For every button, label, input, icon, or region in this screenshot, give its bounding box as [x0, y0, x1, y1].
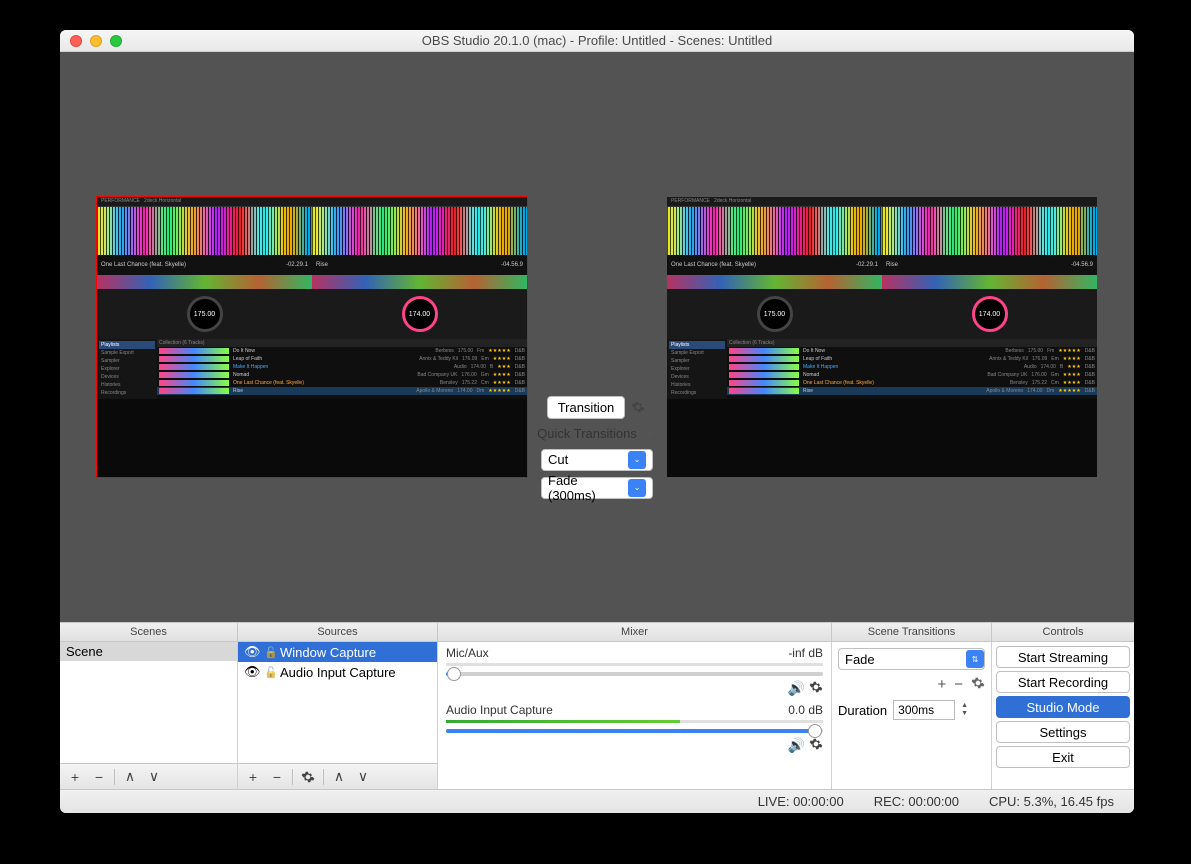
preview-program[interactable]: PERFORMANCE 2deck Horizontal One Last Ch… [662, 77, 1102, 597]
start-streaming-button[interactable]: Start Streaming [996, 646, 1130, 668]
deck-a-title: One Last Chance (feat. Skyelle) [101, 262, 186, 268]
lock-icon[interactable]: 🔓 [264, 646, 276, 659]
duration-input[interactable] [893, 700, 955, 720]
visibility-icon[interactable]: 👁 [244, 644, 260, 660]
channel-level: 0.0 dB [788, 703, 823, 717]
move-source-down-button[interactable]: ∨ [352, 767, 374, 787]
visibility-icon[interactable]: 👁 [244, 664, 260, 680]
controls-header: Controls [992, 623, 1134, 641]
speaker-icon[interactable]: 🔊 [788, 737, 805, 754]
channel-name: Mic/Aux [446, 646, 489, 660]
window-title: OBS Studio 20.1.0 (mac) - Profile: Untit… [60, 33, 1134, 48]
status-rec: REC: 00:00:00 [874, 794, 959, 809]
sources-toolbar: + − ∧ ∨ [238, 763, 437, 789]
add-scene-button[interactable]: + [64, 767, 86, 787]
statusbar: LIVE: 00:00:00 REC: 00:00:00 CPU: 5.3%, … [60, 789, 1134, 813]
app-window: OBS Studio 20.1.0 (mac) - Profile: Untit… [60, 30, 1134, 813]
scenes-panel: Scene + − ∧ ∨ [60, 642, 238, 789]
preview-edit[interactable]: PERFORMANCE 2deck Horizontal One Last Ch… [92, 77, 532, 597]
deck-a-time: -02.29.1 [286, 262, 308, 268]
sources-panel: 👁🔓Window Capture👁🔓Audio Input Capture + … [238, 642, 438, 789]
controls-panel: Start Streaming Start Recording Studio Mod… [992, 642, 1134, 789]
transition-settings-icon[interactable] [629, 398, 647, 416]
add-quick-transition-icon[interactable]: + [641, 425, 657, 443]
preview-program-canvas: PERFORMANCE 2deck Horizontal One Last Ch… [667, 197, 1097, 477]
channel-settings-icon[interactable] [809, 680, 823, 697]
status-cpu: CPU: 5.3%, 16.45 fps [989, 794, 1114, 809]
deck-b-time: -04.56.9 [501, 262, 523, 268]
duration-stepper[interactable]: ▲▼ [961, 702, 973, 718]
source-properties-button[interactable] [297, 767, 319, 787]
scenes-toolbar: + − ∧ ∨ [60, 763, 237, 789]
move-source-up-button[interactable]: ∧ [328, 767, 350, 787]
remove-transition-button[interactable]: − [954, 676, 963, 694]
sources-header: Sources [238, 623, 438, 641]
transition-select[interactable]: Fade ⇅ [838, 648, 985, 670]
scene-item[interactable]: Scene [60, 642, 237, 661]
jog-b: 174.00 [402, 296, 438, 332]
add-transition-button[interactable]: + [937, 676, 946, 694]
titlebar: OBS Studio 20.1.0 (mac) - Profile: Untit… [60, 30, 1134, 52]
scenes-list[interactable]: Scene [60, 642, 237, 763]
start-recording-button[interactable]: Start Recording [996, 671, 1130, 693]
volume-slider[interactable] [446, 672, 823, 676]
transition-button[interactable]: Transition [547, 396, 626, 419]
studio-mode-button[interactable]: Studio Mode [996, 696, 1130, 718]
chevron-down-icon: ⌄ [628, 451, 646, 469]
deck-b-title: Rise [316, 262, 328, 268]
volume-slider[interactable] [446, 729, 823, 733]
preview-edit-canvas[interactable]: PERFORMANCE 2deck Horizontal One Last Ch… [97, 197, 527, 477]
scenes-header: Scenes [60, 623, 238, 641]
remove-scene-button[interactable]: − [88, 767, 110, 787]
quick-transition-cut[interactable]: Cut ⌄ [541, 449, 653, 471]
settings-button[interactable]: Settings [996, 721, 1130, 743]
scene-transitions-header: Scene Transitions [832, 623, 992, 641]
add-source-button[interactable]: + [242, 767, 264, 787]
remove-source-button[interactable]: − [266, 767, 288, 787]
scene-transitions-panel: Fade ⇅ + − Duration ▲▼ [832, 642, 992, 789]
lock-icon[interactable]: 🔓 [264, 666, 276, 679]
mixer-channel: Audio Input Capture 0.0 dB 🔊 [438, 699, 831, 756]
browser-list: Collection (6 Tracks)Do It NowBerbess175… [157, 339, 527, 399]
mixer-header: Mixer [438, 623, 832, 641]
channel-settings-icon[interactable] [809, 737, 823, 754]
channel-name: Audio Input Capture [446, 703, 553, 717]
move-scene-down-button[interactable]: ∨ [143, 767, 165, 787]
sources-list[interactable]: 👁🔓Window Capture👁🔓Audio Input Capture [238, 642, 437, 763]
exit-button[interactable]: Exit [996, 746, 1130, 768]
chevron-down-icon: ⌄ [628, 479, 646, 497]
source-item[interactable]: 👁🔓Audio Input Capture [238, 662, 437, 682]
transition-properties-button[interactable] [971, 676, 985, 694]
mixer-channel: Mic/Aux -inf dB 🔊 [438, 642, 831, 699]
status-live: LIVE: 00:00:00 [758, 794, 844, 809]
transition-controls: Transition Quick Transitions + Cut ⌄ Fad… [532, 176, 662, 499]
duration-label: Duration [838, 703, 887, 718]
source-item[interactable]: 👁🔓Window Capture [238, 642, 437, 662]
jog-a: 175.00 [187, 296, 223, 332]
mixer-panel: Mic/Aux -inf dB 🔊 Audio Input Capture 0.0 dB… [438, 642, 832, 789]
browser-sidebar: PlaylistsSample ExportSamplerExplorerDev… [97, 339, 157, 399]
quick-transitions-label: Quick Transitions [537, 426, 637, 441]
speaker-icon[interactable]: 🔊 [788, 680, 805, 697]
channel-level: -inf dB [788, 646, 823, 660]
chevron-updown-icon: ⇅ [966, 650, 984, 668]
move-scene-up-button[interactable]: ∧ [119, 767, 141, 787]
quick-transition-fade[interactable]: Fade (300ms) ⌄ [541, 477, 653, 499]
preview-area: PERFORMANCE 2deck Horizontal One Last Ch… [60, 52, 1134, 622]
dock-panels: Scenes Sources Mixer Scene Transitions C… [60, 622, 1134, 789]
